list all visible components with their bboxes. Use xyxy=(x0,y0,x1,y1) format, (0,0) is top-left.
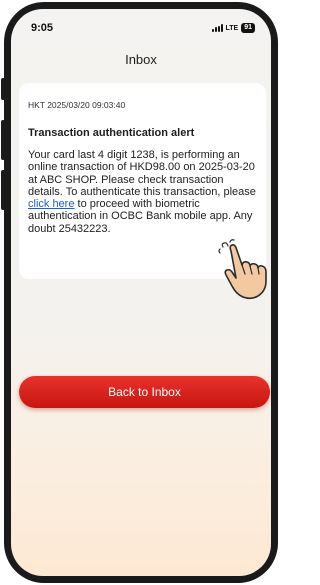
status-bar: 9:05 LTE 91 xyxy=(11,9,271,43)
click-here-link[interactable]: click here xyxy=(28,198,74,210)
message-body-text: Your card last 4 digit 1238, is performi… xyxy=(28,149,256,198)
page-title: Inbox xyxy=(125,52,157,67)
signal-icon xyxy=(211,24,223,32)
status-time: 9:05 xyxy=(31,22,54,34)
mute-switch xyxy=(1,78,5,100)
volume-down-button xyxy=(1,170,5,210)
message-title: Transaction authentication alert xyxy=(28,127,195,139)
battery-icon: 91 xyxy=(241,23,255,33)
back-to-inbox-button[interactable]: Back to Inbox xyxy=(19,376,270,408)
status-indicators: LTE 91 xyxy=(211,23,255,33)
network-label: LTE xyxy=(225,24,239,32)
volume-up-button xyxy=(1,120,5,160)
phone-screen: 9:05 LTE 91 Inbox HKT 2025/03/20 09:03:4… xyxy=(11,9,271,576)
message-body: Your card last 4 digit 1238, is performi… xyxy=(28,149,256,235)
hand-pointer-icon xyxy=(218,239,267,300)
message-timestamp: HKT 2025/03/20 09:03:40 xyxy=(28,100,126,110)
